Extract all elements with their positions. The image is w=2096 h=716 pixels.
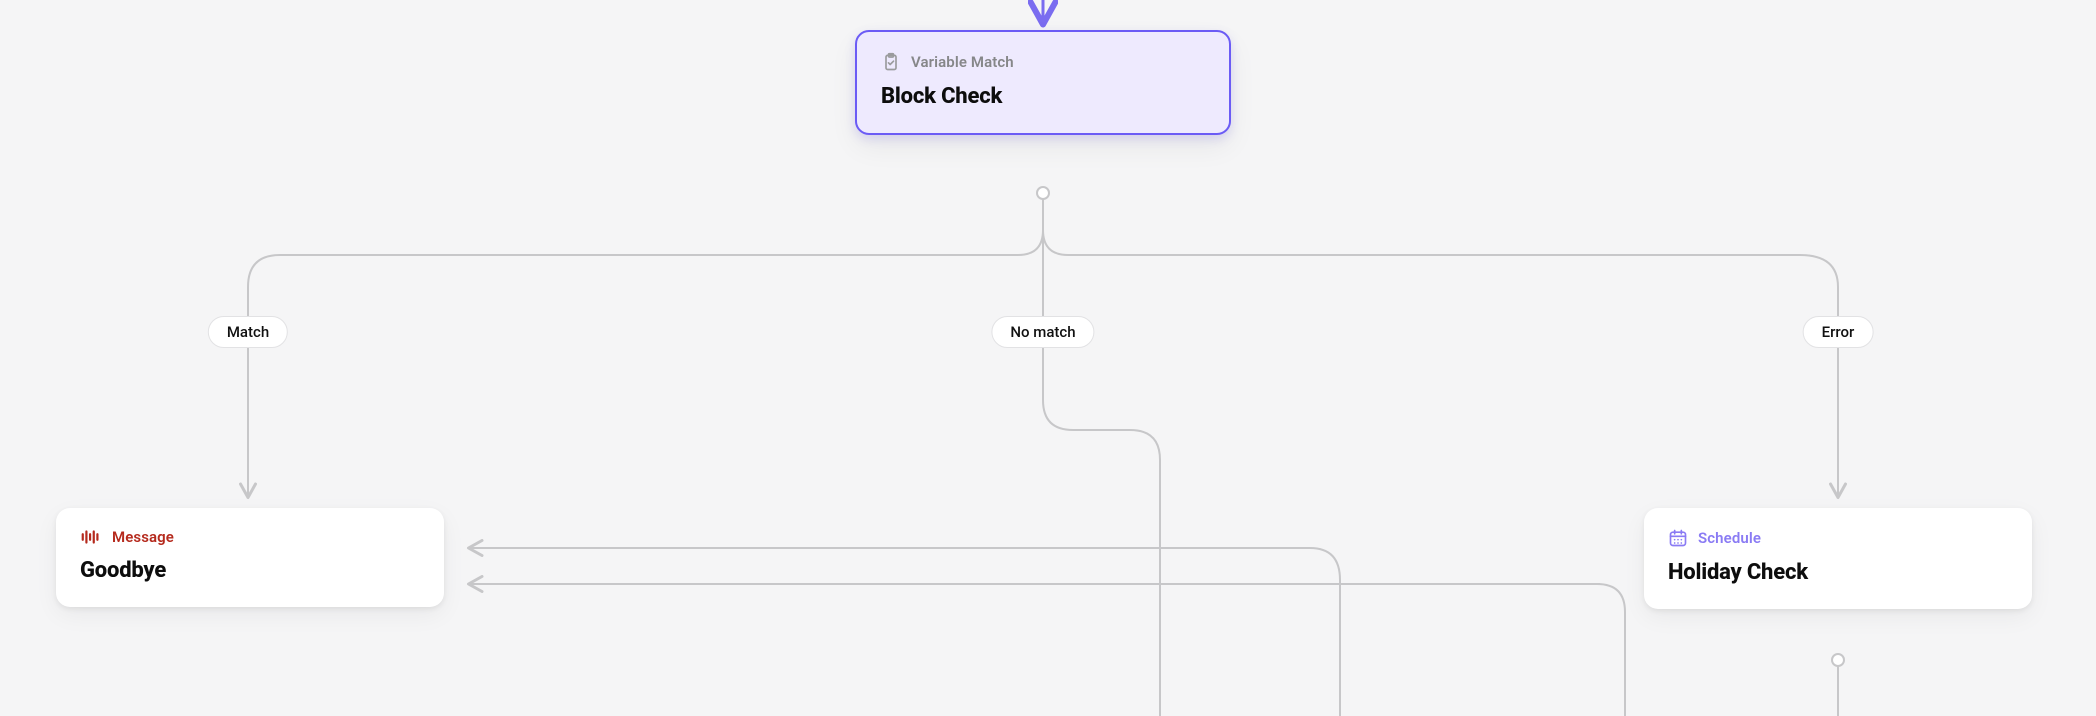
edge-blockcheck-match bbox=[248, 193, 1043, 316]
node-header: Variable Match bbox=[881, 52, 1205, 72]
branch-pill-no-match: No match bbox=[991, 316, 1094, 348]
node-header: Message bbox=[80, 528, 420, 546]
port-blockcheck-out[interactable] bbox=[1036, 186, 1050, 200]
node-holiday-check[interactable]: Schedule Holiday Check bbox=[1644, 508, 2032, 609]
node-title: Holiday Check bbox=[1668, 560, 2008, 585]
node-title: Goodbye bbox=[80, 558, 420, 583]
edge-into-goodbye-2b bbox=[1597, 584, 1625, 716]
branch-pill-error: Error bbox=[1803, 316, 1874, 348]
node-type-label: Variable Match bbox=[911, 53, 1014, 71]
flow-canvas[interactable]: Variable Match Block Check Message Goodb… bbox=[0, 0, 2096, 716]
clipboard-check-icon bbox=[881, 52, 901, 72]
node-title: Block Check bbox=[881, 84, 1205, 109]
node-block-check[interactable]: Variable Match Block Check bbox=[855, 30, 1231, 135]
port-holiday-out[interactable] bbox=[1831, 653, 1845, 667]
edge-nomatch-down bbox=[1043, 348, 1080, 430]
node-type-label: Schedule bbox=[1698, 529, 1761, 547]
edge-into-goodbye-1 bbox=[470, 548, 1340, 716]
edge-nomatch-continue bbox=[1080, 430, 1160, 716]
calendar-icon bbox=[1668, 528, 1688, 548]
node-goodbye[interactable]: Message Goodbye bbox=[56, 508, 444, 607]
branch-pill-match: Match bbox=[208, 316, 288, 348]
audio-wave-icon bbox=[80, 528, 102, 546]
edge-blockcheck-error bbox=[1043, 193, 1838, 316]
node-header: Schedule bbox=[1668, 528, 2008, 548]
node-type-label: Message bbox=[112, 528, 174, 546]
